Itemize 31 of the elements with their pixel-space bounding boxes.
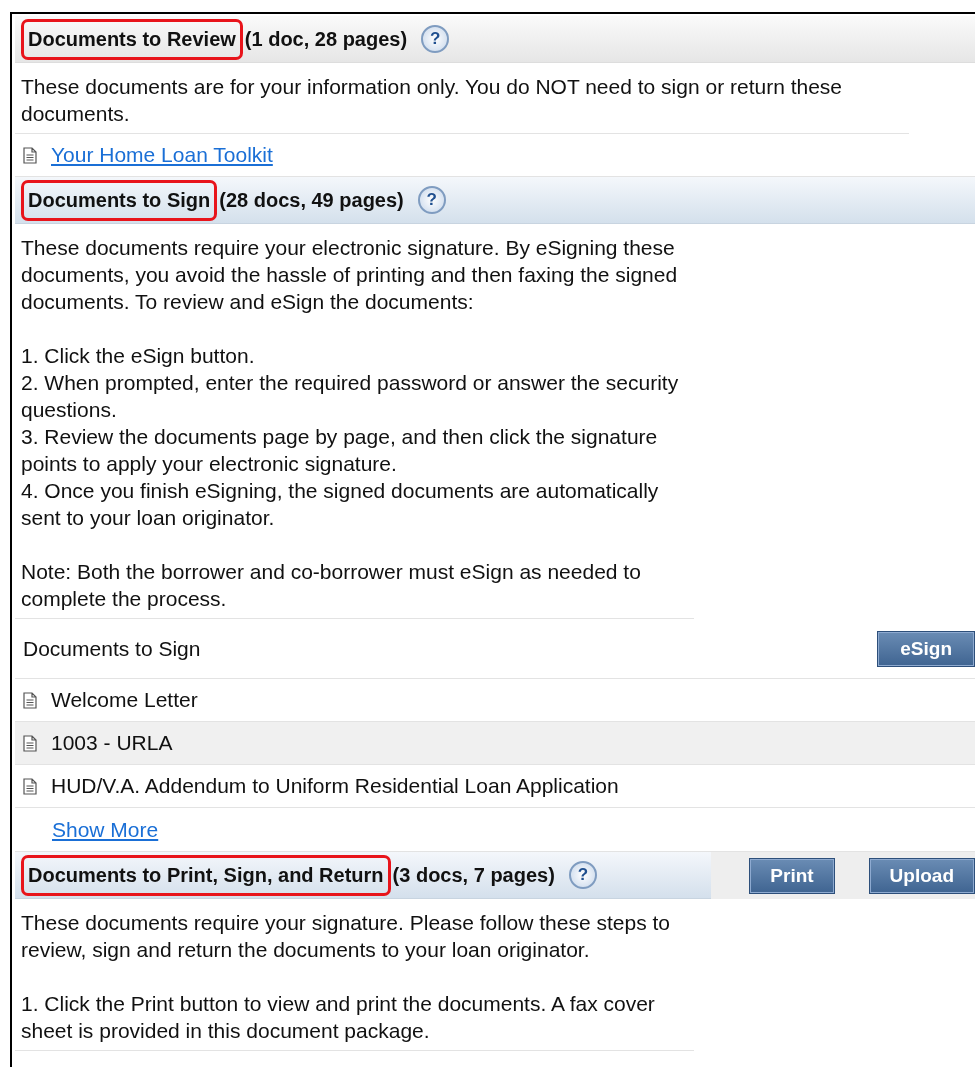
instruction-text: 1. Click the Print button to view and print the documents. A fax cover sheet is provided in this document package.	[21, 991, 656, 1044]
document-icon	[23, 777, 37, 795]
instruction-text: These documents require your signature. Please follow these steps to review, sign and return the documents to your loan originator.	[21, 910, 672, 963]
section-title: Documents to Review	[21, 18, 243, 60]
help-icon[interactable]: ?	[421, 25, 450, 53]
action-button[interactable]: Print	[749, 857, 835, 894]
section-count: (28 docs, 49 pages)	[219, 188, 404, 212]
document-icon	[23, 691, 37, 709]
section-title: Documents to Sign	[21, 179, 218, 221]
help-icon[interactable]: ?	[568, 861, 597, 889]
instruction-text: 3. Review the documents page by page, and then click the signature points to apply your electronic signature.	[21, 424, 659, 477]
document-icon	[23, 146, 37, 164]
list-label: Documents to Sign	[23, 636, 201, 661]
document-name[interactable]: Welcome Letter	[51, 688, 198, 712]
instruction-text: 1. Click the eSign button.	[21, 343, 256, 369]
action-button[interactable]: Upload	[868, 857, 975, 894]
section-title: Documents to Print, Sign, and Return	[21, 854, 391, 896]
help-icon[interactable]: ?	[417, 186, 446, 214]
show-more-link[interactable]: Show More	[52, 817, 159, 842]
esign-button[interactable]: eSign	[877, 630, 975, 667]
instruction-text: 2. When prompted, enter the required password or answer the security questions.	[21, 370, 680, 423]
instruction-text: 4. Once you finish eSigning, the signed documents are automatically sent to your loan originator.	[21, 478, 660, 531]
instruction-text: These documents are for your information only. You do NOT need to sign or return these documents.	[21, 74, 844, 127]
document-link[interactable]: Your Home Loan Toolkit	[51, 143, 273, 167]
section-count: (3 docs, 7 pages)	[392, 863, 555, 887]
instruction-text: Note: Both the borrower and co-borrower must eSign as needed to complete the process.	[21, 559, 642, 612]
instruction-text: These documents require your electronic signature. By eSigning these documents, you avoid the hassle of printing and then faxing the signed documents. To review and eSign the documents:	[21, 235, 679, 315]
section-count: (1 doc, 28 pages)	[244, 27, 408, 51]
document-name[interactable]: 1003 - URLA	[51, 731, 173, 755]
document-icon	[23, 734, 37, 752]
document-name[interactable]: HUD/V.A. Addendum to Uniform Residential Loan Application	[51, 774, 619, 798]
